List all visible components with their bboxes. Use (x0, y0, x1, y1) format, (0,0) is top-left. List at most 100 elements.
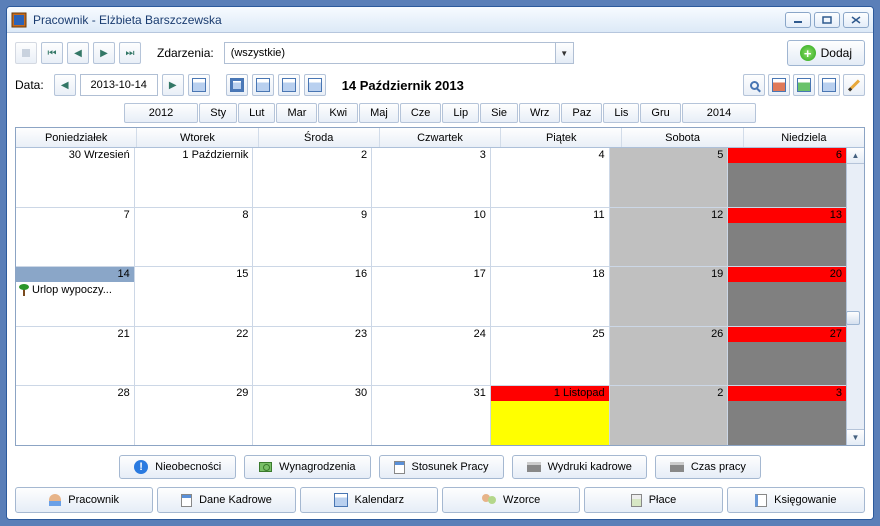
day-cell[interactable]: 9 (253, 208, 372, 267)
pencil-icon[interactable] (843, 74, 865, 96)
add-button[interactable]: + Dodaj (787, 40, 865, 66)
day-cell[interactable]: 20 (728, 267, 846, 326)
employment-button[interactable]: Stosunek Pracy (379, 455, 504, 479)
day-cell[interactable]: 27 (728, 327, 846, 386)
day-cell[interactable]: 19 (610, 267, 729, 326)
events-combo[interactable]: (wszystkie) ▼ (224, 42, 574, 64)
minimize-button[interactable] (785, 12, 811, 28)
nav-first-button[interactable]: ⏮ (41, 42, 63, 64)
day-cell[interactable]: 31 (372, 386, 491, 445)
day-cell[interactable]: 2 (253, 148, 372, 207)
day-number: 3 (836, 387, 842, 399)
scroll-up-icon[interactable]: ▲ (847, 148, 864, 164)
date-prev-button[interactable]: ◀ (54, 74, 76, 96)
scroll-thumb[interactable] (846, 311, 860, 325)
absence-button[interactable]: !Nieobecności (119, 455, 236, 479)
day-number: 30 (355, 387, 367, 399)
hrprint-button[interactable]: Wydruki kadrowe (512, 455, 647, 479)
search-icon[interactable] (743, 74, 765, 96)
day-number: 27 (830, 328, 842, 340)
tab-accounting[interactable]: Księgowanie (727, 487, 865, 513)
day-cell[interactable]: 29 (135, 386, 254, 445)
worktime-button[interactable]: Czas pracy (655, 455, 761, 479)
day-cell[interactable]: 21 (16, 327, 135, 386)
printer-icon (527, 462, 541, 472)
close-button[interactable] (843, 12, 869, 28)
day-number: 7 (124, 209, 130, 221)
day-cell[interactable]: 3 (372, 148, 491, 207)
day-cell[interactable]: 10 (372, 208, 491, 267)
day-cell[interactable]: 5 (610, 148, 729, 207)
calendar-event[interactable]: Urlop wypoczy... (16, 282, 134, 297)
day-cell[interactable]: 23 (253, 327, 372, 386)
nav-prev-button[interactable]: ◀ (67, 42, 89, 64)
month-apr[interactable]: Kwi (318, 103, 358, 123)
month-aug[interactable]: Sie (480, 103, 518, 123)
next-year-button[interactable]: 2014 (682, 103, 756, 123)
month-feb[interactable]: Lut (238, 103, 275, 123)
month-jan[interactable]: Sty (199, 103, 237, 123)
day-cell[interactable]: 26 (610, 327, 729, 386)
salary-button[interactable]: Wynagrodzenia (244, 455, 370, 479)
day-cell[interactable]: 30 Wrzesień (16, 148, 135, 207)
tab-calendar[interactable]: Kalendarz (300, 487, 438, 513)
tab-patterns[interactable]: Wzorce (442, 487, 580, 513)
day-cell[interactable]: 25 (491, 327, 610, 386)
view-mode-4-icon[interactable] (304, 74, 326, 96)
day-cell[interactable]: 30 (253, 386, 372, 445)
day-cell[interactable]: 17 (372, 267, 491, 326)
month-oct[interactable]: Paz (561, 103, 602, 123)
day-number: 26 (711, 328, 723, 340)
scroll-down-icon[interactable]: ▼ (847, 429, 864, 445)
chevron-down-icon[interactable]: ▼ (555, 43, 573, 63)
day-cell[interactable]: 1 Listopad (491, 386, 610, 445)
tool-icon-2[interactable] (793, 74, 815, 96)
calendar-icon (334, 493, 348, 507)
month-mar[interactable]: Mar (276, 103, 317, 123)
day-cell[interactable]: 2 (610, 386, 729, 445)
day-cell[interactable]: 1 Październik (135, 148, 254, 207)
month-jun[interactable]: Cze (400, 103, 442, 123)
day-cell[interactable]: 28 (16, 386, 135, 445)
month-may[interactable]: Maj (359, 103, 399, 123)
day-cell[interactable]: 24 (372, 327, 491, 386)
day-cell[interactable]: 15 (135, 267, 254, 326)
tab-hrdata[interactable]: Dane Kadrowe (157, 487, 295, 513)
date-next-button[interactable]: ▶ (162, 74, 184, 96)
day-cell[interactable]: 3 (728, 386, 846, 445)
day-cell[interactable]: 12 (610, 208, 729, 267)
tool-icon-3[interactable] (818, 74, 840, 96)
day-cell[interactable]: 7 (16, 208, 135, 267)
month-nav-row: 2012 Sty Lut Mar Kwi Maj Cze Lip Sie Wrz… (15, 103, 865, 125)
book-icon (755, 494, 767, 507)
stop-icon[interactable] (15, 42, 37, 64)
nav-next-button[interactable]: ▶ (93, 42, 115, 64)
month-sep[interactable]: Wrz (519, 103, 560, 123)
day-cell[interactable]: 11 (491, 208, 610, 267)
day-cell[interactable]: 22 (135, 327, 254, 386)
day-cell[interactable]: 4 (491, 148, 610, 207)
prev-year-button[interactable]: 2012 (124, 103, 198, 123)
calendar-scrollbar[interactable]: ▲ ▼ (846, 148, 864, 445)
day-cell[interactable]: 16 (253, 267, 372, 326)
view-mode-1-icon[interactable] (226, 74, 248, 96)
calendar-picker-icon[interactable] (188, 74, 210, 96)
day-cell[interactable]: 8 (135, 208, 254, 267)
nav-last-button[interactable]: ⏭ (119, 42, 141, 64)
day-number: 22 (236, 328, 248, 340)
day-cell[interactable]: 14Urlop wypoczy... (16, 267, 135, 326)
month-nov[interactable]: Lis (603, 103, 639, 123)
view-mode-2-icon[interactable] (252, 74, 274, 96)
date-input[interactable] (80, 74, 158, 96)
maximize-button[interactable] (814, 12, 840, 28)
tab-wages[interactable]: Płace (584, 487, 722, 513)
day-cell[interactable]: 6 (728, 148, 846, 207)
tab-employee[interactable]: Pracownik (15, 487, 153, 513)
day-cell[interactable]: 18 (491, 267, 610, 326)
month-dec[interactable]: Gru (640, 103, 680, 123)
day-cell[interactable]: 13 (728, 208, 846, 267)
month-jul[interactable]: Lip (442, 103, 479, 123)
view-mode-3-icon[interactable] (278, 74, 300, 96)
tool-icon-1[interactable] (768, 74, 790, 96)
calendar-row: 30 Wrzesień1 Październik23456 (16, 148, 846, 208)
